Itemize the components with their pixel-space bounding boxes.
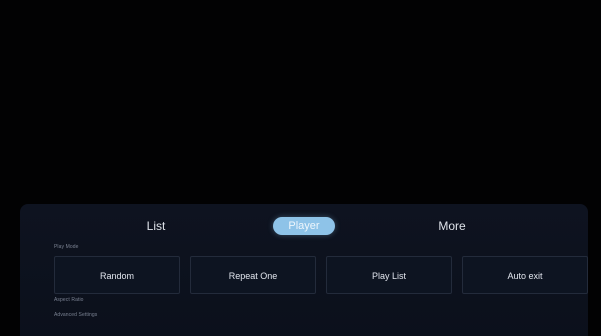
play-mode-label: Play Mode <box>54 244 79 250</box>
tab-more[interactable]: More <box>422 216 482 236</box>
play-mode-random-button[interactable]: Random <box>54 256 180 294</box>
tab-player[interactable]: Player <box>273 217 335 235</box>
play-mode-play-list-button[interactable]: Play List <box>326 256 452 294</box>
video-area <box>0 0 601 204</box>
tab-bar: List Player More <box>20 216 588 236</box>
player-settings-panel: List Player More Play Mode Random Repeat… <box>20 204 588 336</box>
play-mode-auto-exit-button[interactable]: Auto exit <box>462 256 588 294</box>
aspect-ratio-item[interactable]: Aspect Ratio <box>54 297 84 303</box>
advanced-settings-item[interactable]: Advanced Settings <box>54 312 97 318</box>
tab-list[interactable]: List <box>126 216 186 236</box>
player-screen: List Player More Play Mode Random Repeat… <box>0 0 601 336</box>
play-mode-repeat-one-button[interactable]: Repeat One <box>190 256 316 294</box>
